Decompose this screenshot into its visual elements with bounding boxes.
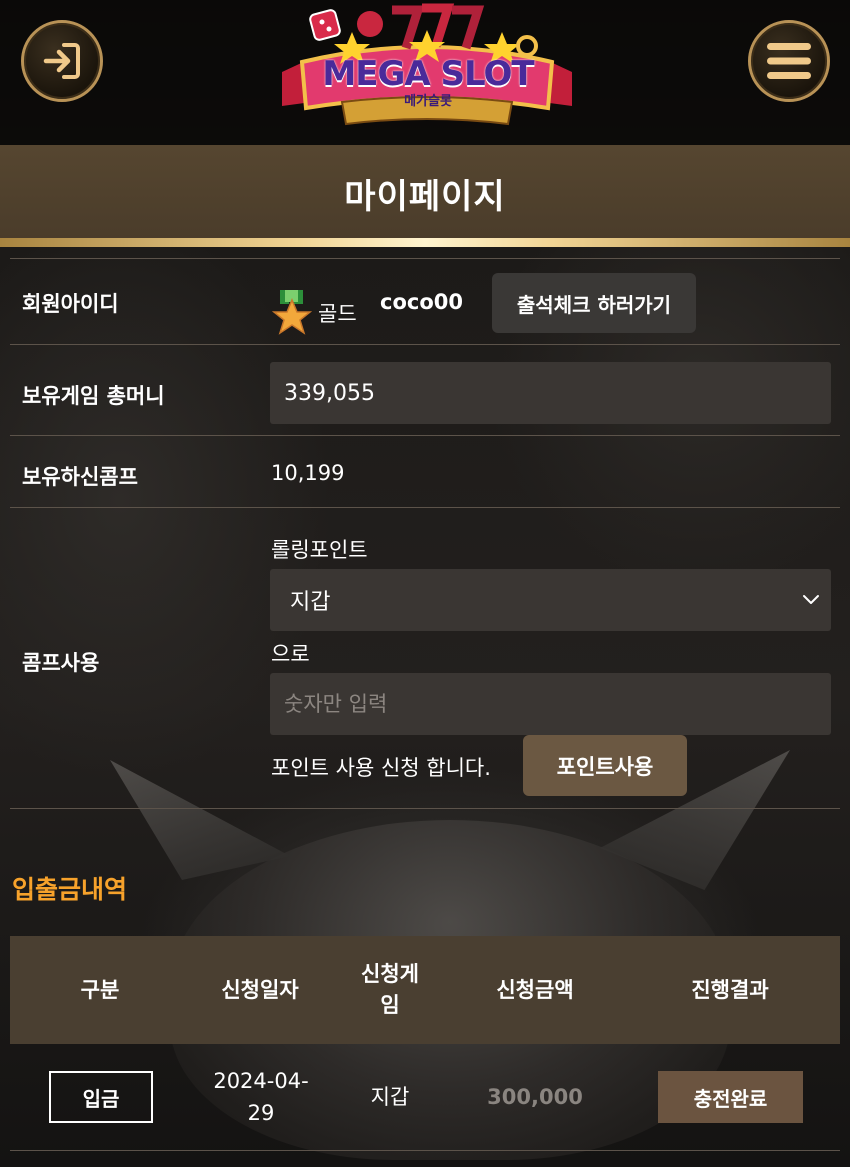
member-grade: 골드 bbox=[318, 302, 357, 326]
column-header-game-line1: 신청게 bbox=[361, 962, 419, 986]
logo-title: MEGA SLOT bbox=[322, 54, 534, 94]
comp-use-label: 콤프사용 bbox=[22, 651, 100, 675]
row-divider bbox=[10, 435, 840, 436]
gold-star-medal-icon bbox=[272, 290, 312, 335]
comp-to-text: 으로 bbox=[271, 642, 310, 666]
row-date: 2024-04- 29 bbox=[196, 1065, 326, 1129]
gold-divider bbox=[0, 238, 850, 247]
row-amount: 300,000 bbox=[487, 1085, 583, 1109]
point-request-text: 포인트 사용 신청 합니다. bbox=[271, 756, 491, 780]
column-header-date: 신청일자 bbox=[221, 978, 299, 1002]
target-select-value: 지갑 bbox=[290, 590, 331, 615]
top-header: MEGA SLOT 메가슬롯 bbox=[0, 0, 850, 145]
point-use-button[interactable]: 포인트사용 bbox=[523, 735, 687, 796]
menu-button[interactable] bbox=[748, 20, 830, 102]
member-user-id: coco00 bbox=[380, 290, 463, 314]
row-game: 지갑 bbox=[370, 1085, 410, 1109]
history-title: 입출금내역 bbox=[12, 875, 128, 904]
amount-field[interactable] bbox=[270, 673, 831, 735]
page-title: 마이페이지 bbox=[344, 176, 506, 217]
login-button[interactable] bbox=[21, 20, 103, 102]
comp-source-text: 롤링포인트 bbox=[271, 538, 368, 562]
column-header-status: 진행결과 bbox=[691, 978, 769, 1002]
row-divider bbox=[10, 258, 840, 259]
login-arrow-icon bbox=[43, 43, 80, 79]
row-divider bbox=[10, 507, 840, 508]
chevron-down-icon bbox=[803, 595, 819, 604]
page-title-band: 마이페이지 bbox=[0, 145, 850, 241]
attendance-check-button[interactable]: 출석체크 하러가기 bbox=[492, 273, 696, 333]
total-money-value: 339,055 bbox=[284, 380, 375, 406]
row-date-line2: 29 bbox=[247, 1101, 275, 1125]
row-date-line1: 2024-04- bbox=[213, 1069, 309, 1093]
column-header-type: 구분 bbox=[80, 978, 120, 1002]
total-money-field: 339,055 bbox=[270, 362, 831, 424]
amount-input[interactable] bbox=[284, 692, 831, 716]
row-divider bbox=[10, 808, 840, 809]
target-select[interactable]: 지갑 bbox=[270, 569, 831, 631]
row-type-badge: 입금 bbox=[49, 1071, 153, 1123]
row-divider bbox=[10, 344, 840, 345]
logo-subtitle: 메가슬롯 bbox=[404, 94, 452, 109]
column-header-amount: 신청금액 bbox=[496, 978, 574, 1002]
row-divider bbox=[10, 1150, 840, 1151]
total-money-label: 보유게임 총머니 bbox=[22, 384, 165, 408]
column-header-game: 신청게 임 bbox=[340, 959, 440, 1021]
comp-value: 10,199 bbox=[271, 461, 345, 485]
column-header-game-line2: 임 bbox=[380, 993, 400, 1017]
site-logo[interactable]: MEGA SLOT 메가슬롯 bbox=[282, 2, 572, 130]
hamburger-menu-icon bbox=[767, 43, 811, 79]
row-status-badge: 충전완료 bbox=[658, 1071, 803, 1123]
member-id-label: 회원아이디 bbox=[22, 292, 119, 316]
comp-label: 보유하신콤프 bbox=[22, 465, 138, 489]
